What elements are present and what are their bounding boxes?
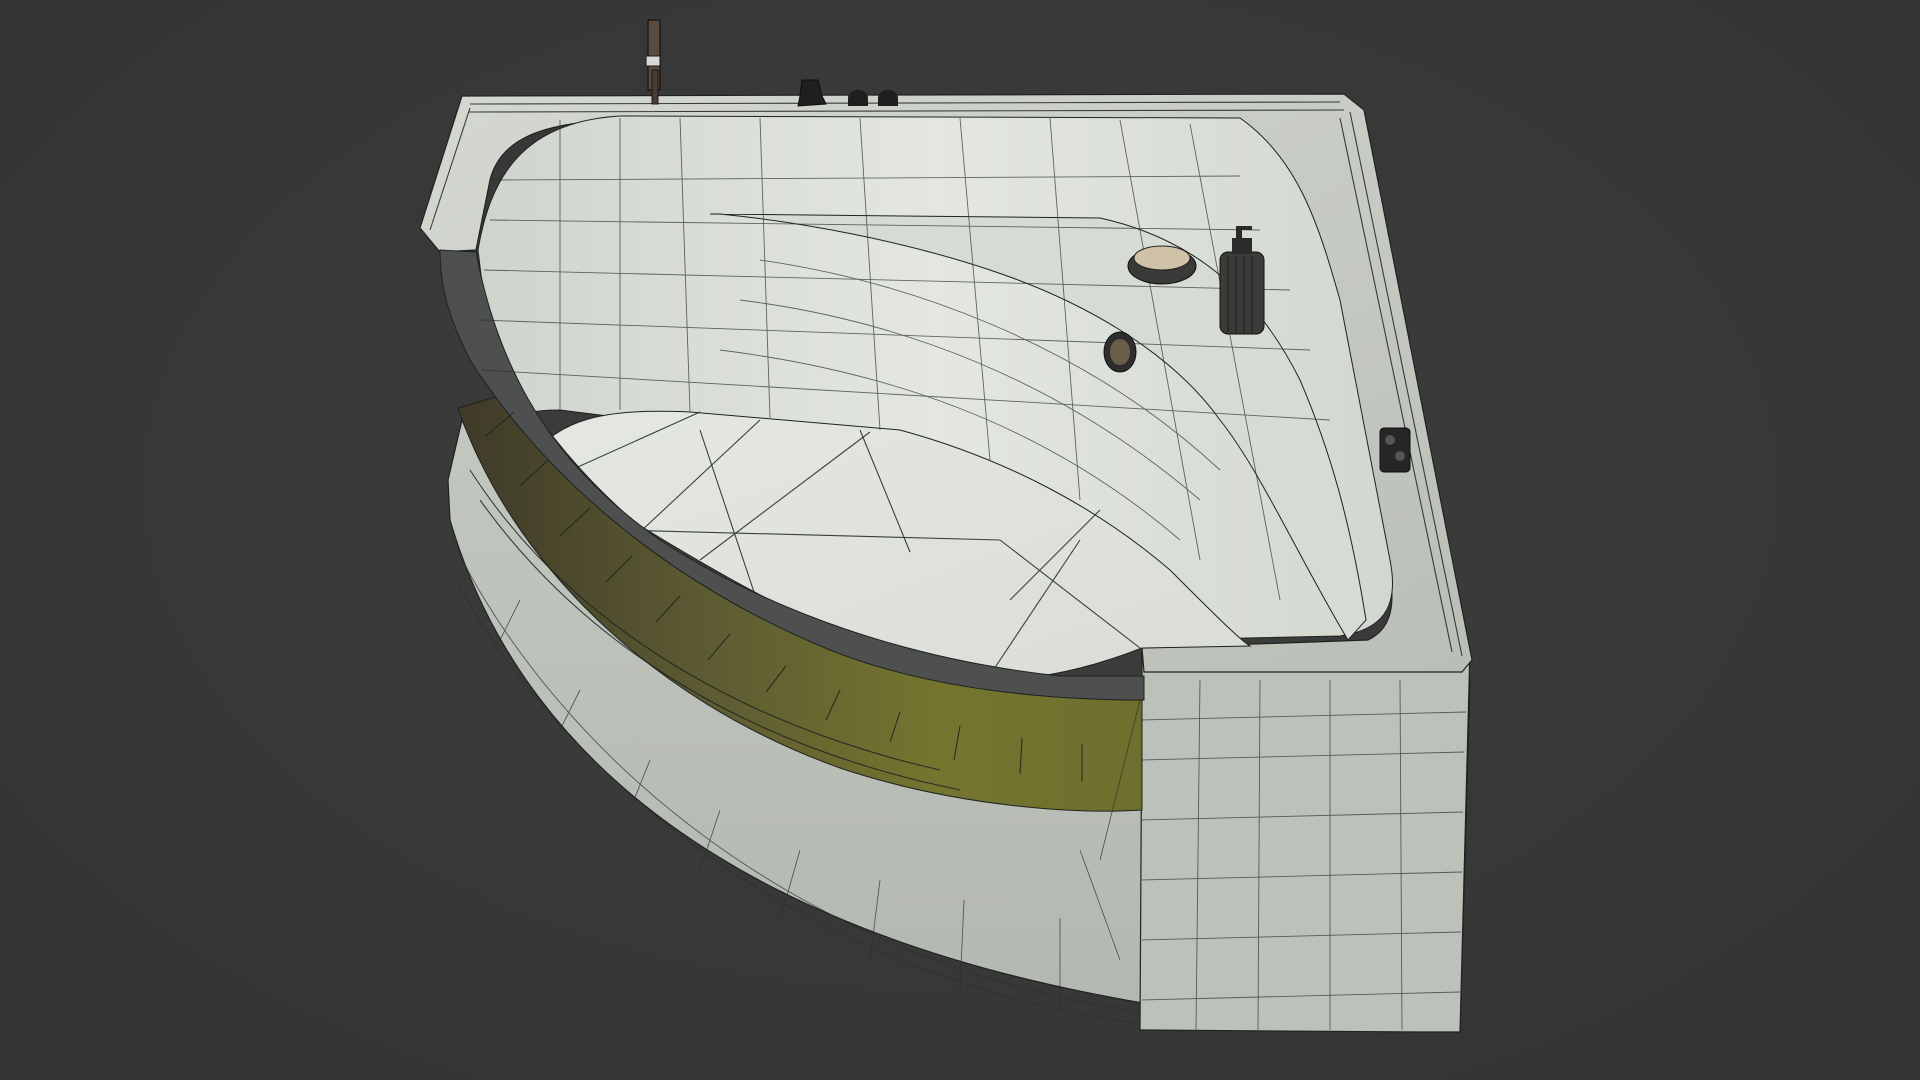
side-control-icon[interactable] [1379, 427, 1411, 473]
3d-viewport[interactable] [0, 0, 1920, 1080]
hand-shower-icon[interactable] [645, 19, 661, 105]
soap-dish-icon[interactable] [1127, 245, 1197, 285]
bathtub-end-block [1139, 647, 1471, 1033]
jet-nozzle-icon[interactable] [1103, 331, 1137, 373]
control-knob-right-icon[interactable] [878, 90, 898, 106]
control-knob-left-icon[interactable] [848, 90, 868, 106]
mixer-tap-icon[interactable] [797, 79, 827, 107]
bathtub-model[interactable] [0, 0, 1920, 1080]
